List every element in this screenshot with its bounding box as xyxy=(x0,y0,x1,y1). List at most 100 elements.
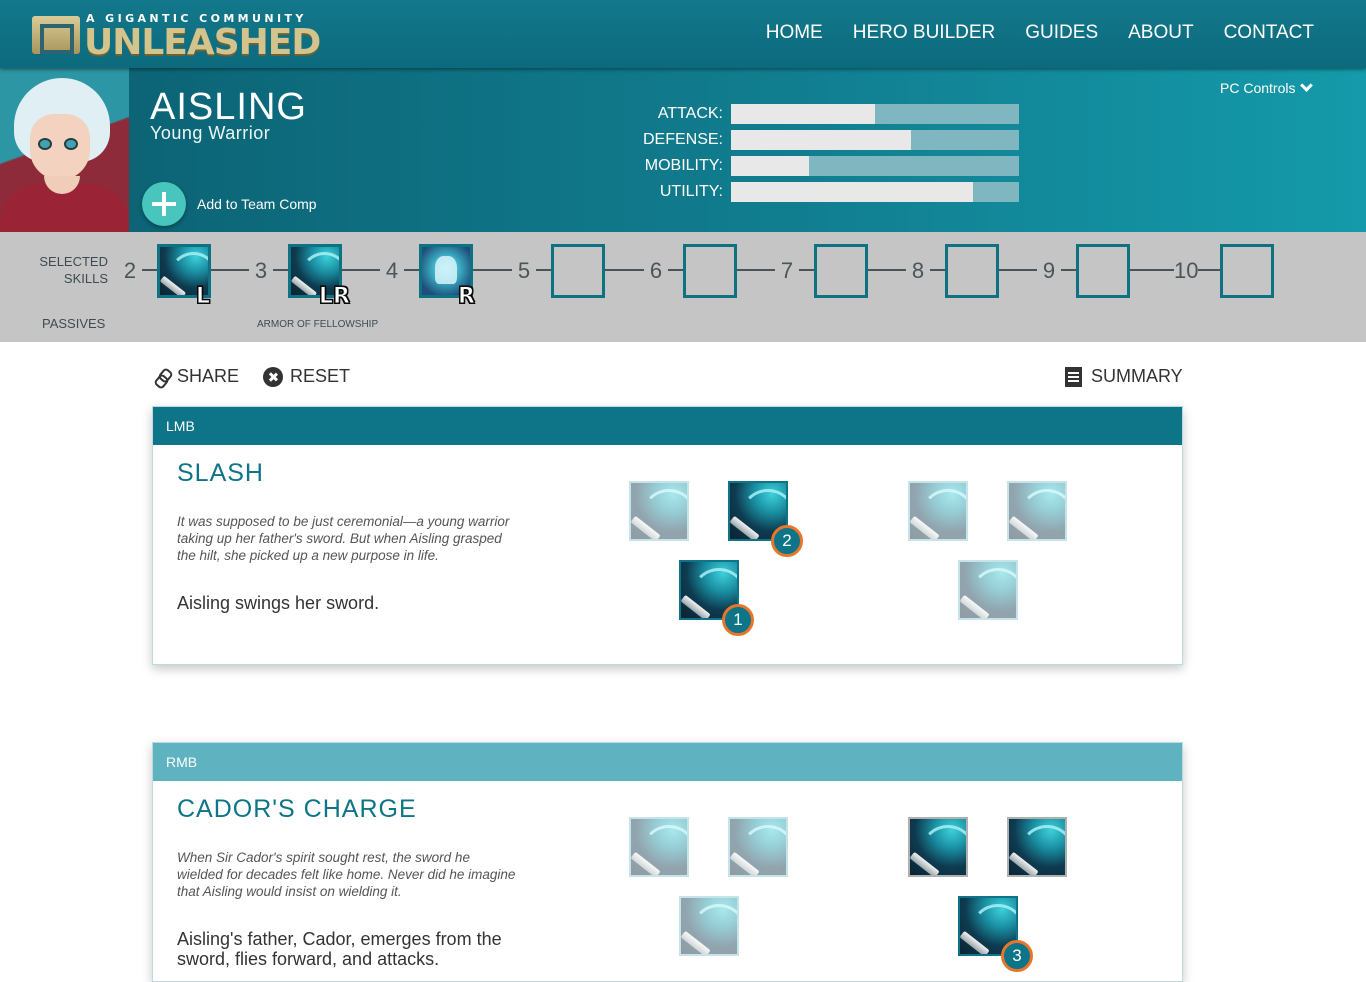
nav-about[interactable]: ABOUT xyxy=(1128,22,1193,44)
link-icon xyxy=(156,369,170,385)
stat-fill xyxy=(731,156,809,176)
summary-label: SUMMARY xyxy=(1091,366,1183,386)
stat-utility: UTILITY: xyxy=(600,179,1019,205)
stat-bar xyxy=(731,156,1019,176)
skill-slot-level-2[interactable]: L xyxy=(157,244,211,310)
skill-flavor-text: When Sir Cador's spirit sought rest, the… xyxy=(177,850,516,899)
skill-slot-level-6[interactable] xyxy=(683,244,737,298)
summary-button[interactable]: SUMMARY xyxy=(1065,366,1183,387)
passives-label: PASSIVES xyxy=(42,316,106,331)
skill-slot-level-7[interactable] xyxy=(814,244,868,298)
top-navbar: A GIGANTIC COMMUNITY UNLEASHED HOME HERO… xyxy=(0,0,1366,68)
hero-subtitle: Young Warrior xyxy=(150,123,271,143)
skill-slot-level-10[interactable] xyxy=(1220,244,1274,298)
level-number: 8 xyxy=(911,258,925,283)
close-circle-icon xyxy=(263,366,283,387)
upgrade-option[interactable] xyxy=(728,817,788,877)
level-number: 4 xyxy=(385,258,399,283)
upgrade-option[interactable] xyxy=(1007,817,1067,877)
nav-home[interactable]: HOME xyxy=(766,22,823,44)
level-number: 2 xyxy=(123,258,137,283)
site-logo[interactable]: A GIGANTIC COMMUNITY UNLEASHED xyxy=(32,12,321,63)
upgrade-option[interactable] xyxy=(629,817,689,877)
stat-fill xyxy=(731,130,911,150)
mouse-button-badge: LR xyxy=(319,284,351,310)
share-button[interactable]: SHARE xyxy=(156,366,239,387)
level-number: 10 xyxy=(1174,258,1199,283)
stat-bar xyxy=(731,130,1019,150)
sword-slash-icon xyxy=(631,819,687,875)
controls-dropdown[interactable]: PC Controls xyxy=(1220,79,1314,96)
sword-slash-icon xyxy=(910,819,966,875)
timeline-connector xyxy=(1130,269,1174,271)
skill-description: Aisling's father, Cador, emerges from th… xyxy=(177,929,502,969)
stat-label: MOBILITY: xyxy=(644,157,723,174)
upgrade-order-badge: 3 xyxy=(1001,940,1033,972)
upgrade-option[interactable]: 2 xyxy=(728,481,803,557)
upgrade-option[interactable] xyxy=(679,896,739,956)
hero-portrait xyxy=(0,68,129,232)
sword-slash-icon xyxy=(730,819,786,875)
plus-icon xyxy=(142,182,186,226)
stat-mobility: MOBILITY: xyxy=(600,153,1019,179)
skill-title: CADOR'S CHARGE xyxy=(177,795,417,823)
stat-label: ATTACK: xyxy=(657,105,723,122)
stat-bar xyxy=(731,104,1019,124)
upgrade-option[interactable] xyxy=(1007,481,1067,541)
nav-hero-builder[interactable]: HERO BUILDER xyxy=(853,22,996,44)
nav-guides[interactable]: GUIDES xyxy=(1025,22,1098,44)
selected-skills-label-line1: SELECTED xyxy=(39,254,108,269)
skill-slot-level-5[interactable] xyxy=(551,244,605,298)
stat-label: UTILITY: xyxy=(659,183,723,200)
upgrade-option[interactable]: 1 xyxy=(679,560,754,636)
sword-slash-icon xyxy=(1009,483,1065,539)
timeline-connector xyxy=(605,269,644,271)
skill-slot-level-8[interactable] xyxy=(945,244,999,298)
add-to-team-comp-button[interactable]: Add to Team Comp xyxy=(142,182,317,226)
skill-slot-level-3[interactable]: LR xyxy=(288,244,350,310)
stat-bar xyxy=(731,182,1019,202)
timeline-connector xyxy=(342,269,380,271)
logo-mark-icon xyxy=(32,16,80,54)
selected-skills-label-line2: SKILLS xyxy=(63,271,108,286)
timeline-connector xyxy=(404,269,419,271)
timeline-connector xyxy=(536,269,551,271)
sword-slash-icon xyxy=(681,898,737,954)
upgrade-option[interactable] xyxy=(958,560,1018,620)
mouse-button-badge: L xyxy=(195,284,211,310)
stat-fill xyxy=(731,104,875,124)
chevron-down-icon xyxy=(1300,79,1314,92)
level-number: 5 xyxy=(517,258,531,283)
upgrade-option[interactable] xyxy=(908,481,968,541)
sword-slash-icon xyxy=(631,483,687,539)
skill-slot-level-4[interactable]: R xyxy=(419,244,475,310)
upgrade-option[interactable] xyxy=(629,481,689,541)
logo-wordmark: UNLEASHED xyxy=(84,22,321,63)
reset-button[interactable]: RESET xyxy=(263,366,350,387)
level-number: 9 xyxy=(1042,258,1056,283)
document-icon xyxy=(1065,366,1082,387)
sword-slash-icon xyxy=(1009,819,1065,875)
share-label: SHARE xyxy=(177,366,240,386)
timeline-connector xyxy=(1061,269,1076,271)
stat-fill xyxy=(731,182,973,202)
upgrade-option[interactable] xyxy=(908,817,968,877)
skill-card-lmb: LMB SLASH It was supposed to be just cer… xyxy=(152,406,1183,665)
timeline-connector xyxy=(1198,269,1220,271)
upgrade-order-badge: 1 xyxy=(722,604,754,636)
add-to-team-comp-label: Add to Team Comp xyxy=(197,196,317,212)
hero-header: AISLING Young Warrior Add to Team Comp A… xyxy=(0,68,1366,232)
skill-slot-level-9[interactable] xyxy=(1076,244,1130,298)
timeline-connector xyxy=(473,269,512,271)
main-nav: HOME HERO BUILDER GUIDES ABOUT CONTACT xyxy=(766,22,1314,44)
nav-contact[interactable]: CONTACT xyxy=(1224,22,1314,44)
level-number: 7 xyxy=(780,258,794,283)
upgrade-order-badge: 2 xyxy=(771,525,803,557)
level-number: 6 xyxy=(649,258,663,283)
timeline-connector xyxy=(930,269,945,271)
upgrade-option[interactable]: 3 xyxy=(958,896,1033,972)
passive-name: ARMOR OF FELLOWSHIP xyxy=(257,319,379,330)
timeline-connector xyxy=(737,269,775,271)
timeline-connector xyxy=(799,269,814,271)
timeline-connector xyxy=(999,269,1037,271)
